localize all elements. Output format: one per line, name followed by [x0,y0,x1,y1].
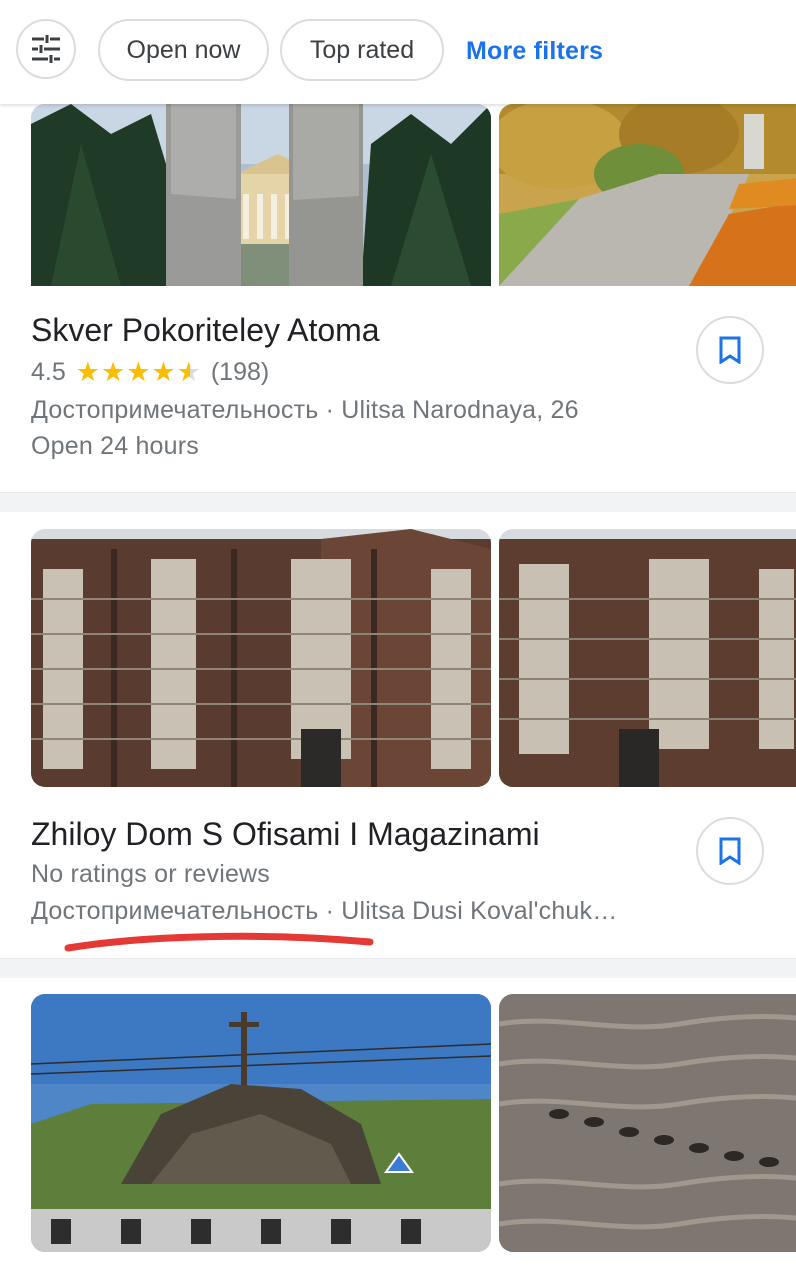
bookmark-icon [719,336,741,364]
rating-value: 4.5 [31,358,66,386]
star-icon: ★ [126,357,151,387]
bookmark-icon [719,837,741,865]
water-photo [499,994,796,1252]
place-photo[interactable] [499,529,796,787]
star-icon: ★ [100,357,126,387]
top-rated-chip[interactable]: Top rated [280,19,444,81]
result-card[interactable] [0,978,796,1280]
separator [0,492,796,512]
result-card[interactable]: Skver Pokoriteley Atoma 4.5 ★ ★ ★ ★ ★ (1… [0,104,796,492]
park-photo [499,104,796,286]
rating-stars: ★ ★ ★ ★ ★ [76,359,201,386]
filter-bar: Open now Top rated More filters [0,0,796,104]
place-meta: Достопримечательность · Ulitsa Narodnaya… [31,396,579,424]
tune-icon [32,35,60,63]
review-count: (198) [210,358,270,386]
star-icon: ★ [151,357,176,387]
separator [0,958,796,978]
building-photo [31,529,491,787]
hill-cross-photo [31,994,491,1252]
save-button[interactable] [696,817,764,885]
building-photo [499,529,796,787]
star-icon: ★ [75,357,100,387]
star-half-icon: ★ [176,357,201,387]
opening-hours: Open 24 hours [31,432,199,460]
no-ratings-text: No ratings or reviews [31,860,271,888]
rating-row: 4.5 ★ ★ ★ ★ ★ (198) [31,358,269,387]
place-meta: Достопримечательность · Ulitsa Dusi Kova… [31,897,618,925]
result-card[interactable]: Zhiloy Dom S Ofisami I Magazinami No rat… [0,512,796,958]
place-photo[interactable] [31,529,491,787]
more-filters-link[interactable]: More filters [466,33,603,69]
place-photo[interactable] [31,994,491,1252]
save-button[interactable] [696,316,764,384]
open-now-chip[interactable]: Open now [98,19,269,81]
monument-photo [31,104,491,286]
filters-button[interactable] [16,19,76,79]
place-title[interactable]: Skver Pokoriteley Atoma [31,312,380,349]
red-underline-annotation [64,932,374,952]
place-title[interactable]: Zhiloy Dom S Ofisami I Magazinami [31,816,540,853]
place-photo[interactable] [499,994,796,1252]
